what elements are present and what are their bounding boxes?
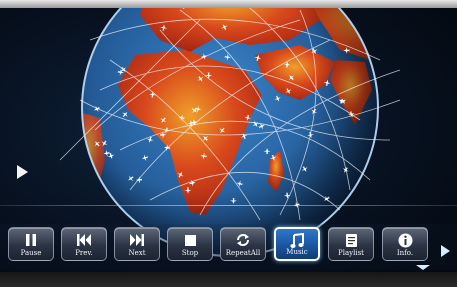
previous-label: Prev.	[75, 249, 93, 257]
pause-icon	[9, 231, 53, 249]
repeat-icon	[221, 231, 265, 249]
stop-icon	[168, 231, 212, 249]
playlist-button[interactable]: Playlist	[328, 227, 374, 261]
next-page-arrow-icon[interactable]	[441, 245, 450, 257]
stop-button[interactable]: Stop	[167, 227, 213, 261]
info-icon	[383, 231, 427, 249]
previous-button[interactable]: Prev.	[61, 227, 107, 261]
next-icon	[115, 231, 159, 249]
playlist-label: Playlist	[338, 249, 364, 257]
pause-button[interactable]: Pause	[8, 227, 54, 261]
next-label: Next	[128, 249, 146, 257]
monitor-bezel-top	[0, 0, 457, 8]
repeat-all-button[interactable]: RepeatAll	[220, 227, 266, 261]
info-button[interactable]: Info.	[382, 227, 428, 261]
repeat-all-label: RepeatAll	[225, 249, 261, 257]
previous-icon	[62, 231, 106, 249]
next-button[interactable]: Next	[114, 227, 160, 261]
globe	[81, 0, 379, 257]
pause-label: Pause	[20, 249, 42, 257]
overlay-divider	[0, 205, 457, 206]
stop-label: Stop	[181, 249, 199, 257]
expand-down-arrow-icon[interactable]	[416, 265, 430, 270]
play-arrow-icon[interactable]	[17, 165, 28, 179]
info-label: Info.	[396, 249, 414, 257]
video-screen: Pause Prev. Next Stop RepeatAll Music Pl…	[0, 0, 457, 287]
music-button[interactable]: Music	[274, 227, 320, 261]
playlist-icon	[329, 231, 373, 249]
monitor-bezel-bottom	[0, 272, 457, 287]
music-label: Music	[286, 248, 308, 256]
